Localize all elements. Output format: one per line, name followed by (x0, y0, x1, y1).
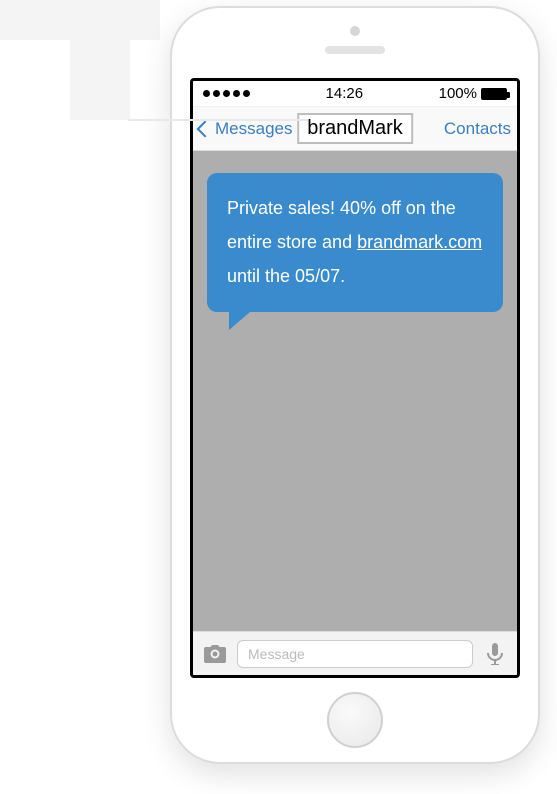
battery-status: 100% (439, 85, 507, 102)
battery-text: 100% (439, 85, 477, 102)
message-text-after: until the 05/07. (227, 266, 345, 286)
back-label: Messages (215, 119, 292, 139)
input-bar (193, 631, 517, 675)
signal-icon (203, 90, 250, 97)
contacts-label: Contacts (444, 119, 511, 139)
status-bar: 14:26 100% (193, 81, 517, 107)
back-button[interactable]: Messages (199, 119, 292, 139)
message-link[interactable]: brandmark.com (357, 232, 482, 252)
phone-speaker (325, 46, 385, 54)
messages-area[interactable]: Private sales! 40% off on the entire sto… (193, 151, 517, 631)
callout-bar-side (70, 40, 130, 120)
microphone-icon[interactable] (481, 640, 509, 668)
phone-screen: 14:26 100% Messages brandMark Contacts P… (190, 78, 520, 678)
bubble-tail (229, 306, 257, 330)
incoming-message-bubble: Private sales! 40% off on the entire sto… (207, 173, 503, 312)
status-time: 14:26 (326, 85, 364, 102)
contacts-button[interactable]: Contacts (444, 119, 511, 139)
home-button[interactable] (327, 692, 383, 748)
message-input[interactable] (237, 640, 473, 668)
camera-icon[interactable] (201, 640, 229, 668)
conversation-title: brandMark (297, 113, 413, 144)
callout-line (128, 119, 308, 121)
callout-bar-top (0, 0, 160, 40)
chevron-left-icon (197, 120, 214, 137)
phone-camera (350, 26, 360, 36)
battery-icon (481, 88, 507, 100)
nav-bar: Messages brandMark Contacts (193, 107, 517, 151)
